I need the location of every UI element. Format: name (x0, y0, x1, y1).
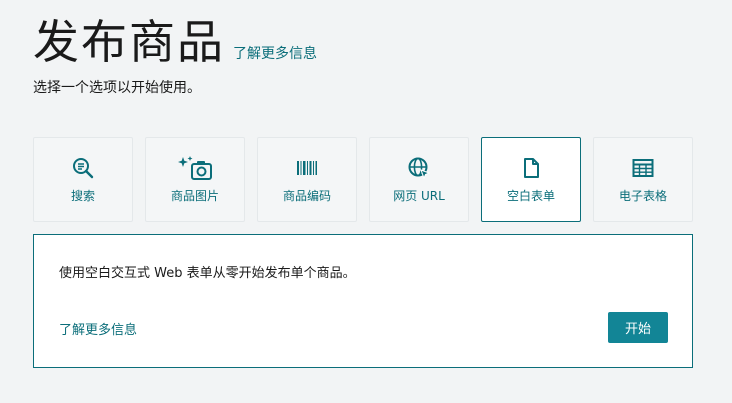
option-tiles: 搜索 商品图片 商品编码 网页 URL 空白表单 电子表格 (33, 137, 693, 222)
panel-learn-more-link[interactable]: 了解更多信息 (59, 319, 137, 338)
option-tile-spreadsheet[interactable]: 电子表格 (593, 137, 693, 222)
option-detail-panel: 使用空白交互式 Web 表单从零开始发布单个商品。 了解更多信息 开始 (33, 234, 693, 368)
page-subtitle: 选择一个选项以开始使用。 (33, 80, 201, 96)
option-tile-web-url[interactable]: 网页 URL (369, 137, 469, 222)
option-label: 空白表单 (506, 189, 555, 203)
option-tile-search[interactable]: 搜索 (33, 137, 133, 222)
spreadsheet-icon (632, 155, 654, 181)
option-label: 商品图片 (170, 189, 219, 203)
barcode-icon (295, 155, 319, 181)
option-tile-product-image[interactable]: 商品图片 (145, 137, 245, 222)
list-product-page: 发布商品 了解更多信息 选择一个选项以开始使用。 搜索 商品图片 商品编码 网页… (0, 0, 732, 403)
option-label: 商品编码 (282, 189, 331, 203)
panel-description: 使用空白交互式 Web 表单从零开始发布单个商品。 (59, 266, 356, 281)
option-tile-product-code[interactable]: 商品编码 (257, 137, 357, 222)
title-row: 发布商品 了解更多信息 (33, 14, 317, 70)
document-icon (521, 155, 541, 181)
header-learn-more-link[interactable]: 了解更多信息 (233, 43, 317, 63)
option-label: 电子表格 (618, 189, 667, 203)
option-label: 搜索 (70, 189, 95, 203)
globe-cursor-icon (407, 155, 431, 181)
page-title: 发布商品 (33, 15, 225, 69)
camera-sparkle-icon (177, 155, 213, 181)
start-button[interactable]: 开始 (608, 312, 668, 343)
option-label: 网页 URL (393, 189, 445, 203)
option-tile-blank-form[interactable]: 空白表单 (481, 137, 581, 222)
search-list-icon (71, 155, 95, 181)
